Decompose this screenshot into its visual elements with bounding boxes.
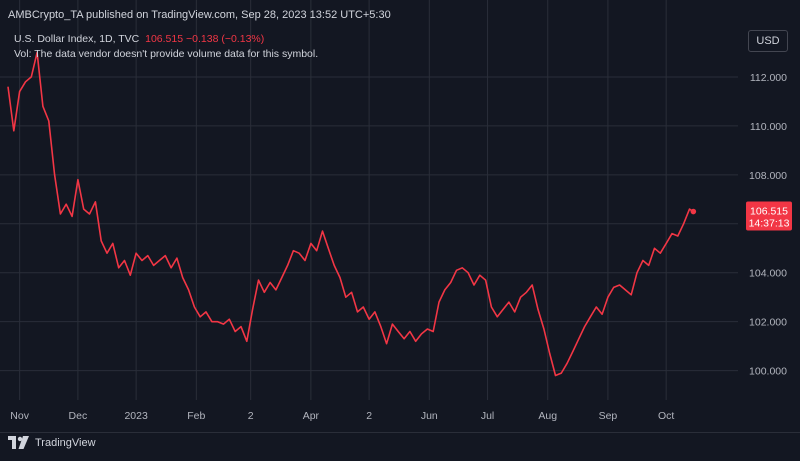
volume-note: Vol: The data vendor doesn't provide vol… — [14, 48, 319, 60]
y-axis-tick-label: 112.000 — [750, 72, 787, 84]
last-price-marker — [690, 208, 697, 215]
y-axis-tick-label: 110.000 — [750, 121, 787, 133]
last-price: 106.515 — [145, 33, 184, 45]
y-axis-tick-label: 102.000 — [749, 317, 787, 329]
price-chart[interactable]: 112.000110.000108.000106.000104.000102.0… — [0, 0, 800, 432]
price-axis-label-countdown: 14:37:13 — [749, 218, 790, 230]
symbol-legend: U.S. Dollar Index, 1D, TVC 106.515 −0.13… — [14, 33, 264, 45]
x-axis-tick-label: Oct — [658, 410, 674, 422]
x-axis-tick-label: Jun — [421, 410, 438, 422]
x-axis-tick-label: Jul — [481, 410, 494, 422]
x-axis-tick-label: Feb — [187, 410, 205, 422]
x-axis-tick-label: 2 — [366, 410, 372, 422]
x-axis-tick-label: Sep — [599, 410, 618, 422]
x-axis-tick-label: 2 — [248, 410, 254, 422]
y-axis-tick-label: 100.000 — [749, 366, 787, 378]
y-axis-tick-label: 108.000 — [749, 170, 787, 182]
published-caption: AMBCrypto_TA published on TradingView.co… — [8, 9, 391, 21]
x-axis-tick-label: 2023 — [124, 410, 148, 422]
symbol-name: U.S. Dollar Index, 1D, TVC — [14, 33, 140, 45]
x-axis-tick-label: Aug — [538, 410, 557, 422]
brand-label: TradingView — [35, 436, 96, 449]
currency-button[interactable]: USD — [748, 30, 788, 52]
price-axis-label-value: 106.515 — [750, 206, 788, 218]
x-axis-tick-label: Nov — [10, 410, 29, 422]
price-series-line — [7, 51, 694, 377]
x-axis-tick-label: Dec — [69, 410, 88, 422]
footer-bar — [0, 432, 800, 461]
x-axis-tick-label: Apr — [303, 410, 320, 422]
tradingview-logo-icon — [8, 436, 29, 449]
price-change: −0.138 (−0.13%) — [186, 33, 265, 45]
y-axis-tick-label: 104.000 — [749, 268, 787, 280]
tradingview-brand[interactable]: TradingView — [8, 436, 96, 449]
